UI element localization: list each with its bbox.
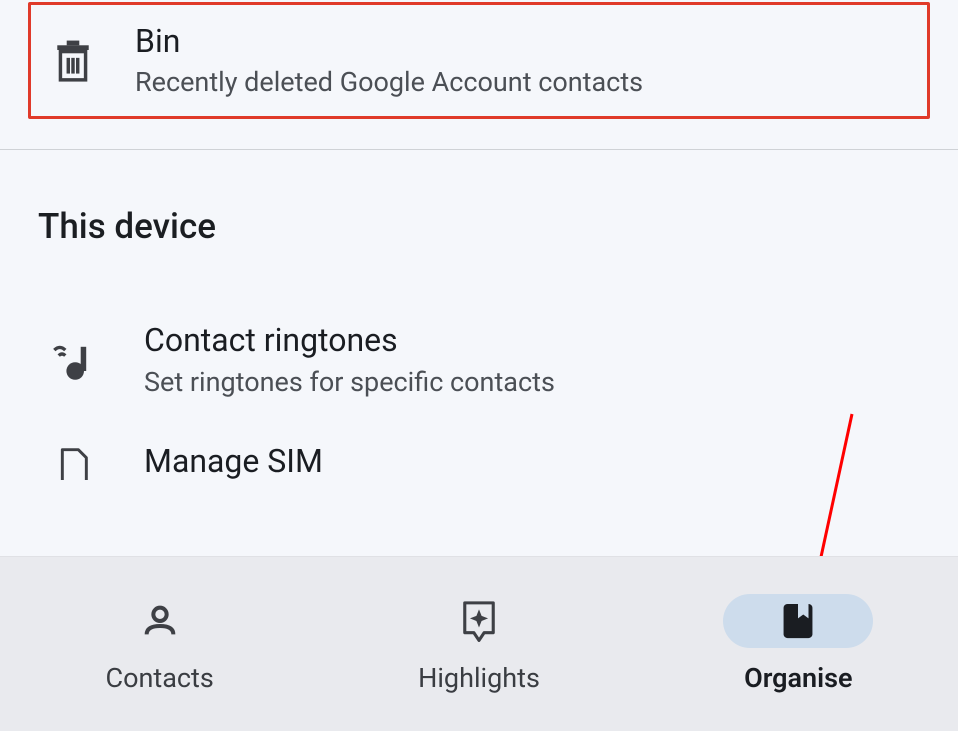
sparkle-badge-icon xyxy=(459,599,499,643)
bin-title: Bin xyxy=(135,23,643,60)
sim-title: Manage SIM xyxy=(144,442,323,480)
ringtones-subtitle: Set ringtones for specific contacts xyxy=(144,366,555,398)
nav-highlights-label: Highlights xyxy=(418,662,540,694)
nav-highlights[interactable]: Highlights xyxy=(319,557,638,731)
bin-row[interactable]: Bin Recently deleted Google Account cont… xyxy=(28,2,930,119)
nav-organise[interactable]: Organise xyxy=(639,557,958,731)
manage-sim-row[interactable]: Manage SIM xyxy=(0,424,958,480)
section-header-device: This device xyxy=(0,150,958,247)
nav-contacts-label: Contacts xyxy=(106,662,214,694)
trash-icon xyxy=(53,39,93,83)
ringtones-title: Contact ringtones xyxy=(144,321,555,359)
person-icon xyxy=(140,601,180,641)
bottom-nav: Contacts Highlights Organise xyxy=(0,556,958,731)
contact-ringtones-row[interactable]: Contact ringtones Set ringtones for spec… xyxy=(0,295,958,424)
bin-subtitle: Recently deleted Google Account contacts xyxy=(135,66,643,98)
nav-contacts[interactable]: Contacts xyxy=(0,557,319,731)
bookmark-book-icon xyxy=(779,600,817,642)
ringtone-icon xyxy=(48,335,98,385)
sim-icon xyxy=(48,442,98,480)
nav-organise-label: Organise xyxy=(744,662,852,694)
